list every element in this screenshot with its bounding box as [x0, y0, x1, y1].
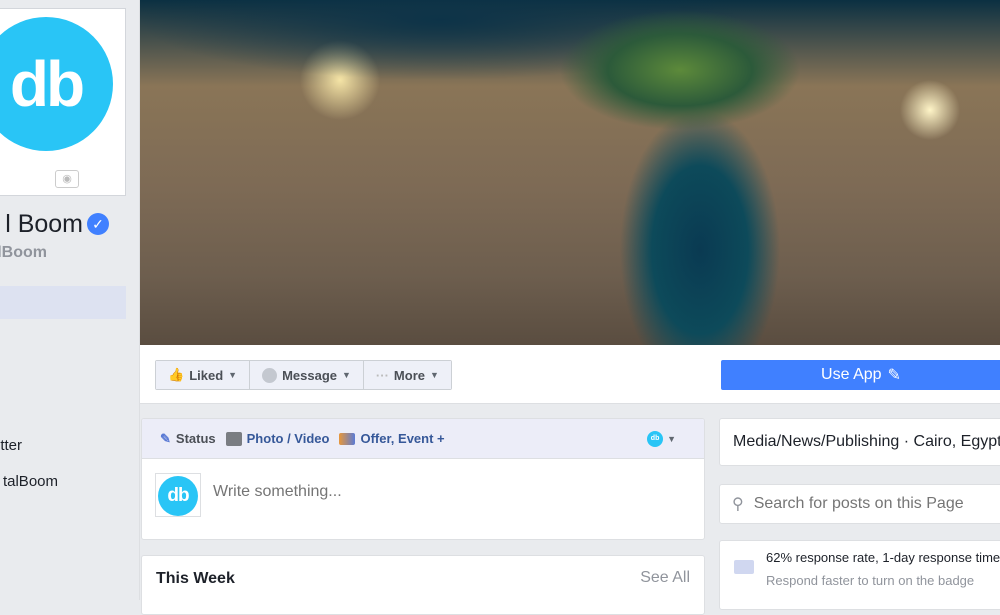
this-week-card: This Week See All	[141, 555, 705, 615]
tab-offer-label: Offer, Event +	[360, 431, 445, 446]
page-name-text: l Boom	[5, 210, 83, 238]
tab-status[interactable]: ✎ Status	[160, 431, 216, 447]
cover-photo[interactable]	[140, 0, 1000, 345]
offer-icon	[339, 432, 356, 445]
post-composer: ✎ Status Photo / Video Offer, Event + db ▼…	[141, 418, 705, 540]
chevron-down-icon: ▼	[429, 370, 439, 380]
this-week-title: This Week	[156, 570, 235, 587]
pencil-icon: ✎	[887, 367, 901, 384]
message-label: Message	[282, 367, 337, 383]
liked-label: Liked	[189, 367, 224, 383]
avatar-logo: db	[158, 476, 198, 516]
use-app-label: Use App	[821, 366, 882, 383]
page-actions: 👍 Liked ▼ Message ▼ ··· More ▼	[155, 360, 452, 390]
avatar: db	[155, 473, 201, 517]
page-post-search: ⚲	[719, 484, 1000, 524]
search-icon: ⚲	[732, 496, 744, 513]
nav-item-selected[interactable]	[0, 286, 126, 319]
profile-picture[interactable]: db ◉	[0, 8, 126, 196]
verified-badge-icon: ✓	[87, 213, 109, 235]
more-label: More	[393, 367, 425, 383]
page-avatar-icon: db	[647, 431, 664, 447]
chat-bubble-icon	[734, 560, 754, 574]
page-handle[interactable]: lBoom	[0, 244, 47, 262]
tab-photo-label: Photo / Video	[246, 431, 330, 446]
composer-tabs: ✎ Status Photo / Video Offer, Event + db ▼	[142, 419, 704, 459]
nav-item-twitter[interactable]: tter	[0, 437, 22, 454]
page-category: Media/News/Publishing · Cairo, Egypt	[719, 418, 1000, 466]
more-button[interactable]: ··· More ▼	[363, 361, 451, 389]
nav-item-page[interactable]: talBoom	[3, 473, 58, 490]
response-hint-text: Respond faster to turn on the badge	[766, 573, 975, 588]
tab-photo-video[interactable]: Photo / Video	[225, 431, 330, 446]
post-as-selector[interactable]: db ▼	[647, 431, 676, 447]
chevron-down-icon: ▼	[667, 434, 676, 444]
ellipsis-icon: ···	[375, 367, 389, 383]
write-something-input[interactable]	[213, 483, 673, 501]
use-app-button[interactable]: Use App ✎	[721, 360, 1000, 390]
see-all-link[interactable]: See All	[640, 569, 690, 587]
pencil-icon: ✎	[160, 430, 171, 446]
messenger-icon	[262, 367, 278, 383]
response-rate-text: 62% response rate, 1-day response time	[766, 550, 1000, 565]
tab-offer-event[interactable]: Offer, Event +	[339, 431, 445, 446]
thumbs-up-icon: 👍	[168, 367, 185, 382]
page-logo: db	[0, 17, 113, 151]
search-input[interactable]	[753, 495, 1000, 513]
camera-icon[interactable]: ◉	[55, 170, 79, 188]
chevron-down-icon: ▼	[342, 370, 351, 380]
page-name: l Boom ✓	[5, 210, 109, 239]
message-button[interactable]: Message ▼	[250, 361, 364, 389]
camera-icon	[225, 431, 242, 446]
left-column: db ◉ l Boom ✓ lBoom tter talBoom	[0, 0, 140, 600]
chevron-down-icon: ▼	[228, 370, 238, 380]
liked-button[interactable]: 👍 Liked ▼	[156, 361, 251, 389]
tab-status-label: Status	[175, 431, 216, 446]
